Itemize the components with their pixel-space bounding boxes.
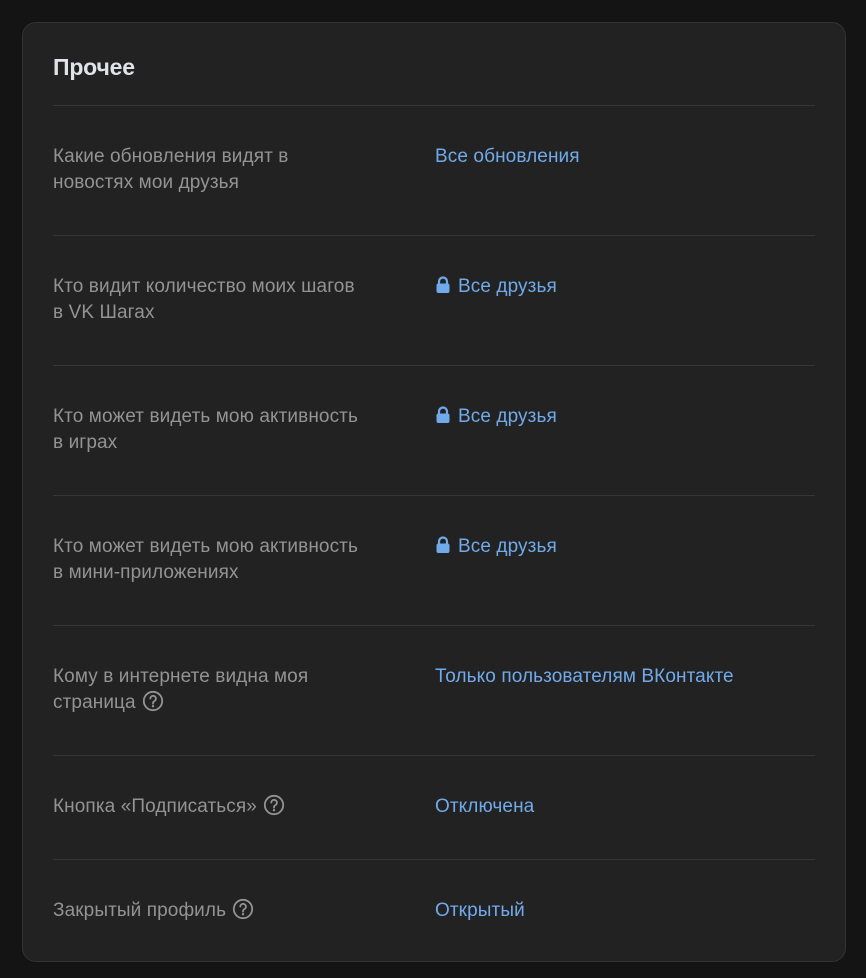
divider [53,859,815,860]
setting-label: Закрытый профиль [53,898,425,924]
games-activity-value-link[interactable]: Все друзья [435,404,557,430]
setting-label: Кому в интернете видна моя страница [53,666,309,713]
privacy-other-section: Прочее Какие обновления видят в новостях … [22,22,846,962]
page-visibility-value-link[interactable]: Только пользователям ВКонтакте [435,664,734,690]
divider [53,495,815,496]
lock-icon [436,536,450,553]
setting-label: Кто может видеть мою активность в играх [53,406,358,453]
lock-icon [436,276,450,293]
setting-label: Кнопка «Подписаться» [53,794,425,820]
divider [53,235,815,236]
setting-label: Какие обновления видят в новостях мои дру… [53,146,289,193]
divider [53,755,815,756]
divider [53,625,815,626]
divider [53,365,815,366]
lock-icon [436,406,450,423]
news-updates-value-link[interactable]: Все обновления [435,144,580,170]
divider [53,105,815,106]
mini-apps-activity-value-link[interactable]: Все друзья [435,534,557,560]
section-title: Прочее [53,54,135,80]
vk-steps-value-link[interactable]: Все друзья [435,274,557,300]
help-icon[interactable] [232,898,254,920]
help-icon[interactable] [263,794,285,816]
setting-label: Кто может видеть мою активность в мини-пр… [53,536,358,583]
help-icon[interactable] [142,690,164,712]
setting-label: Кто видит количество моих шагов в VK Шага… [53,276,355,323]
closed-profile-value-link[interactable]: Открытый [435,898,525,924]
subscribe-button-value-link[interactable]: Отключена [435,794,534,820]
